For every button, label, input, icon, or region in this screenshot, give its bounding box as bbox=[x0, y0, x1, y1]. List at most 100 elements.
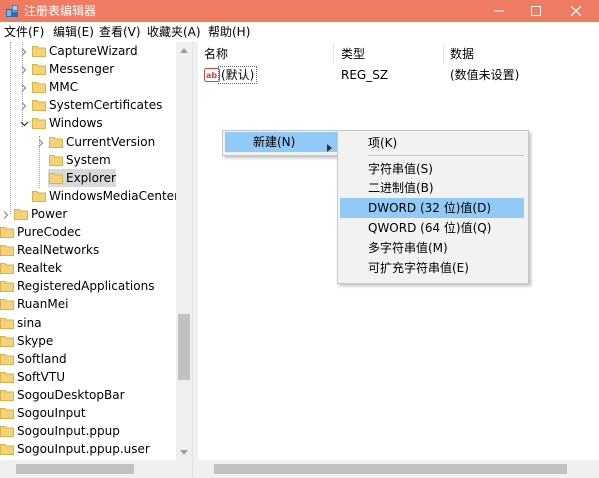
tree-node[interactable]: WindowsMediaCenter bbox=[0, 187, 179, 205]
tree-vertical-scrollbar[interactable] bbox=[176, 42, 192, 460]
title-bar[interactable]: 注册表编辑器 bbox=[0, 0, 599, 22]
tree-horizontal-scroll-thumb[interactable] bbox=[16, 464, 134, 474]
tree-node[interactable]: PureCodec bbox=[0, 223, 176, 241]
tree-node[interactable]: MMC bbox=[0, 78, 176, 96]
list-horizontal-scrollbar[interactable] bbox=[198, 460, 583, 478]
folder-icon bbox=[32, 116, 46, 130]
maximize-button[interactable] bbox=[516, 0, 556, 22]
menu-item-qword-value[interactable]: QWORD (64 位)值(Q) bbox=[340, 218, 524, 238]
window-title: 注册表编辑器 bbox=[24, 4, 97, 18]
folder-icon bbox=[0, 352, 14, 366]
folder-icon bbox=[0, 406, 14, 420]
value-row-default[interactable]: ab (默认) REG_SZ (数值未设置) bbox=[198, 66, 578, 84]
tree-node-label: SoftVTU bbox=[17, 370, 65, 384]
tree-node-label: Softland bbox=[17, 352, 67, 366]
tree-node[interactable]: Power bbox=[0, 205, 176, 223]
list-horizontal-scroll-thumb[interactable] bbox=[214, 464, 567, 474]
tree-node[interactable]: SogouInput.ppup bbox=[0, 422, 176, 440]
tree-node-label: CurrentVersion bbox=[66, 135, 156, 149]
menu-item-multi-string-value[interactable]: 多字符串值(M) bbox=[340, 238, 524, 258]
tree-node[interactable]: Softland bbox=[0, 350, 176, 368]
chevron-right-icon[interactable] bbox=[37, 137, 45, 147]
tree-node[interactable]: SogouDesktopBar bbox=[0, 386, 176, 404]
menu-item-key[interactable]: 项(K) bbox=[340, 133, 524, 153]
submenu-arrow-icon bbox=[327, 138, 332, 158]
tree-node[interactable]: CaptureWizard bbox=[0, 42, 176, 60]
chevron-right-icon[interactable] bbox=[20, 100, 28, 110]
value-data: (数值未设置) bbox=[450, 68, 520, 82]
menu-edit[interactable]: 编辑(E) bbox=[53, 25, 94, 39]
chevron-right-icon[interactable] bbox=[20, 46, 28, 56]
value-type: REG_SZ bbox=[341, 68, 389, 82]
chevron-right-icon[interactable] bbox=[2, 209, 10, 219]
chevron-down-icon[interactable] bbox=[20, 118, 29, 128]
tree-horizontal-scrollbar[interactable] bbox=[0, 460, 176, 478]
menu-item-string-value[interactable]: 字符串值(S) bbox=[340, 159, 524, 179]
tree-node[interactable]: sina bbox=[0, 314, 176, 332]
tree-node-label: RegisteredApplications bbox=[17, 279, 155, 293]
minimize-button[interactable] bbox=[479, 0, 519, 22]
menu-view[interactable]: 查看(V) bbox=[99, 25, 141, 39]
folder-icon bbox=[49, 153, 63, 167]
tree-node[interactable]: RealNetworks bbox=[0, 241, 176, 259]
folder-icon bbox=[0, 261, 14, 275]
column-separator[interactable] bbox=[333, 44, 334, 64]
tree-node[interactable]: SoftVTU bbox=[0, 368, 176, 386]
menu-item-new[interactable]: 新建(N) bbox=[225, 132, 337, 152]
folder-icon bbox=[32, 44, 46, 58]
folder-icon bbox=[0, 442, 14, 456]
tree-node-label: Windows bbox=[49, 116, 103, 130]
tree-node[interactable]: Windows bbox=[0, 114, 176, 132]
tree-node[interactable]: SystemCertificates bbox=[0, 96, 176, 114]
tree-node[interactable]: Explorer bbox=[0, 169, 176, 187]
folder-icon bbox=[32, 80, 46, 94]
tree-node-label: RuanMei bbox=[17, 297, 69, 311]
tree-node[interactable]: Messenger bbox=[0, 60, 176, 78]
menu-file[interactable]: 文件(F) bbox=[4, 25, 44, 39]
scroll-down-arrow-icon[interactable] bbox=[176, 444, 192, 460]
column-header-name[interactable]: 名称 bbox=[204, 47, 228, 61]
tree-node[interactable]: System bbox=[0, 151, 176, 169]
tree-node[interactable]: RuanMei bbox=[0, 295, 176, 313]
folder-icon bbox=[32, 189, 46, 203]
menu-item-qword-value-label: QWORD (64 位)值(Q) bbox=[368, 221, 492, 235]
tree-node[interactable]: RegisteredApplications bbox=[0, 277, 176, 295]
close-button[interactable] bbox=[556, 0, 596, 22]
tree-node-label: SogouInput.ppup.user bbox=[17, 442, 150, 456]
tree-node[interactable]: Realtek bbox=[0, 259, 176, 277]
column-separator[interactable] bbox=[443, 44, 444, 64]
folder-icon bbox=[0, 388, 14, 402]
tree-node[interactable]: SogouInput.ppup.user bbox=[0, 440, 176, 458]
registry-key-tree[interactable]: CaptureWizard Messenger MMC SystemCertifica… bbox=[0, 42, 192, 478]
chevron-right-icon[interactable] bbox=[20, 64, 28, 74]
scroll-corner bbox=[583, 460, 599, 478]
folder-icon bbox=[0, 243, 14, 257]
regedit-app-icon bbox=[5, 4, 19, 18]
folder-icon bbox=[0, 424, 14, 438]
menu-item-key-label: 项(K) bbox=[368, 136, 398, 150]
menu-item-dword-value[interactable]: DWORD (32 位)值(D) bbox=[340, 198, 524, 218]
column-header-type[interactable]: 类型 bbox=[341, 47, 365, 61]
folder-icon bbox=[0, 297, 14, 311]
menu-help[interactable]: 帮助(H) bbox=[208, 25, 250, 39]
tree-node-label: SogouDesktopBar bbox=[17, 388, 125, 402]
menu-item-expandable-string-value[interactable]: 可扩充字符串值(E) bbox=[340, 258, 524, 278]
column-header-data[interactable]: 数据 bbox=[450, 47, 474, 61]
folder-icon bbox=[49, 135, 63, 149]
tree-node-label: System bbox=[66, 153, 111, 167]
tree-vertical-scroll-thumb[interactable] bbox=[178, 314, 190, 380]
menu-item-binary-value[interactable]: 二进制值(B) bbox=[340, 178, 524, 198]
scroll-up-arrow-icon[interactable] bbox=[176, 42, 192, 58]
tree-node[interactable]: SogouInput bbox=[0, 404, 176, 422]
tree-node-label: Realtek bbox=[17, 261, 62, 275]
tree-node-label: PureCodec bbox=[17, 225, 82, 239]
tree-node-label: Messenger bbox=[49, 62, 115, 76]
menu-favorites[interactable]: 收藏夹(A) bbox=[147, 25, 201, 39]
chevron-right-icon[interactable] bbox=[20, 82, 28, 92]
folder-icon bbox=[32, 98, 46, 112]
tree-node[interactable]: CurrentVersion bbox=[0, 133, 176, 151]
tree-node-label: Explorer bbox=[66, 171, 116, 185]
folder-icon bbox=[0, 279, 14, 293]
menu-item-new-label: 新建(N) bbox=[253, 135, 296, 149]
tree-node[interactable]: Skype bbox=[0, 332, 176, 350]
